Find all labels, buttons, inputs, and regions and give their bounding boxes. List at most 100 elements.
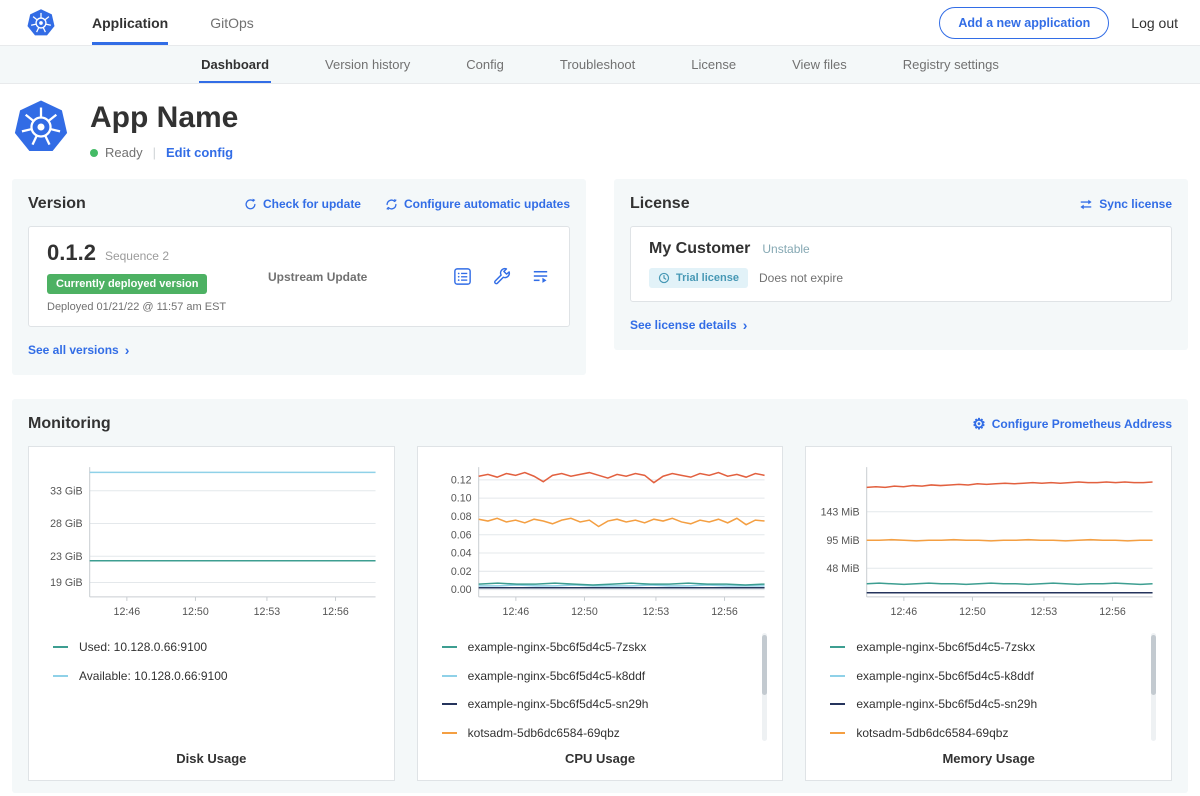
upstream-update-label: Upstream Update — [268, 270, 367, 284]
topnav-right: Add a new application Log out — [939, 0, 1178, 45]
legend-color-swatch — [442, 703, 457, 705]
configure-prometheus-label: Configure Prometheus Address — [992, 417, 1172, 431]
svg-text:0.04: 0.04 — [451, 548, 472, 560]
svg-text:12:50: 12:50 — [571, 606, 598, 618]
legend-label: example-nginx-5bc6f5d4c5-7zskx — [856, 640, 1035, 654]
license-card-title: License — [630, 195, 690, 213]
add-new-application-button[interactable]: Add a new application — [939, 7, 1109, 39]
clock-icon — [658, 272, 670, 284]
logout-button[interactable]: Log out — [1131, 15, 1178, 31]
edit-config-link[interactable]: Edit config — [166, 145, 233, 160]
legend-label: example-nginx-5bc6f5d4c5-k8ddf — [468, 669, 645, 683]
sync-license-label: Sync license — [1099, 197, 1172, 211]
see-license-details-label: See license details — [630, 318, 737, 332]
legend-label: Available: 10.128.0.66:9100 — [79, 669, 228, 683]
see-license-details-link[interactable]: See license details › — [630, 318, 747, 332]
svg-text:0.12: 0.12 — [451, 474, 472, 486]
license-expiration: Does not expire — [759, 271, 843, 285]
svg-text:95 MiB: 95 MiB — [827, 535, 860, 547]
deployed-version-badge: Currently deployed version — [47, 274, 207, 294]
app-subnav: Dashboard Version history Config Trouble… — [0, 46, 1200, 84]
see-all-versions-label: See all versions — [28, 343, 119, 357]
svg-text:12:53: 12:53 — [254, 606, 281, 618]
legend-color-swatch — [53, 646, 68, 648]
configure-prometheus-link[interactable]: ⚙ Configure Prometheus Address — [972, 417, 1172, 432]
license-type-label: Trial license — [676, 272, 739, 284]
subnav-tab-view-files[interactable]: View files — [764, 46, 875, 83]
legend-label: example-nginx-5bc6f5d4c5-7zskx — [468, 640, 647, 654]
tab-gitops-label: GitOps — [210, 15, 254, 31]
svg-text:12:56: 12:56 — [711, 606, 738, 618]
legend-color-swatch — [53, 675, 68, 677]
legend-scrollbar-thumb[interactable] — [1151, 635, 1156, 695]
deployed-timestamp: Deployed 01/21/22 @ 11:57 am EST — [47, 301, 232, 313]
configure-automatic-updates-link[interactable]: Configure automatic updates — [385, 197, 570, 211]
subnav-tab-troubleshoot[interactable]: Troubleshoot — [532, 46, 663, 83]
svg-text:19 GiB: 19 GiB — [50, 577, 82, 589]
svg-text:0.02: 0.02 — [451, 566, 472, 578]
memory-usage-legend: example-nginx-5bc6f5d4c5-7zskx example-ng… — [830, 633, 1157, 747]
check-for-update-link[interactable]: Check for update — [244, 197, 361, 211]
cpu-usage-legend: example-nginx-5bc6f5d4c5-7zskx example-ng… — [442, 633, 769, 747]
chevron-right-icon: › — [743, 318, 748, 332]
subnav-tab-registry-settings[interactable]: Registry settings — [875, 46, 1027, 83]
svg-text:23 GiB: 23 GiB — [50, 551, 82, 563]
svg-text:48 MiB: 48 MiB — [827, 563, 860, 575]
legend-label: example-nginx-5bc6f5d4c5-k8ddf — [856, 669, 1033, 683]
config-wrench-icon[interactable] — [491, 266, 512, 287]
memory-usage-chart: 48 MiB95 MiB143 MiB12:4612:5012:5312:56 — [816, 459, 1161, 621]
tab-gitops[interactable]: GitOps — [210, 0, 254, 45]
see-all-versions-link[interactable]: See all versions › — [28, 343, 129, 357]
legend-color-swatch — [442, 732, 457, 734]
auto-update-icon — [385, 198, 398, 211]
subnav-label: Dashboard — [201, 57, 269, 72]
tab-application[interactable]: Application — [92, 0, 168, 45]
cpu-usage-chart: 0.000.020.040.060.080.100.1212:4612:5012… — [428, 459, 773, 621]
svg-text:12:50: 12:50 — [182, 606, 209, 618]
subnav-tab-dashboard[interactable]: Dashboard — [173, 46, 297, 83]
license-channel: Unstable — [762, 242, 809, 256]
subnav-label: Config — [466, 57, 504, 72]
sync-license-link[interactable]: Sync license — [1079, 197, 1172, 211]
legend-item: example-nginx-5bc6f5d4c5-sn29h — [442, 690, 769, 719]
legend-color-swatch — [442, 675, 457, 677]
disk-usage-panel: 19 GiB23 GiB28 GiB33 GiB12:4612:5012:531… — [28, 446, 395, 781]
chevron-right-icon: › — [125, 343, 130, 357]
monitoring-title: Monitoring — [28, 415, 111, 433]
svg-text:0.10: 0.10 — [451, 493, 472, 505]
svg-text:0.00: 0.00 — [451, 584, 472, 596]
svg-text:12:46: 12:46 — [114, 606, 141, 618]
check-for-update-label: Check for update — [263, 197, 361, 211]
cards-row: Version Check for update Configure autom… — [0, 177, 1200, 375]
subnav-tab-version-history[interactable]: Version history — [297, 46, 438, 83]
legend-scrollbar-thumb[interactable] — [762, 635, 767, 695]
license-card: License Sync license My Customer Unstabl… — [614, 179, 1188, 350]
subnav-tab-license[interactable]: License — [663, 46, 764, 83]
subnav-tab-config[interactable]: Config — [438, 46, 532, 83]
legend-label: example-nginx-5bc6f5d4c5-sn29h — [468, 697, 649, 711]
legend-label: Used: 10.128.0.66:9100 — [79, 640, 207, 654]
subnav-label: Troubleshoot — [560, 57, 635, 72]
monitoring-card: Monitoring ⚙ Configure Prometheus Addres… — [12, 399, 1188, 793]
release-notes-icon[interactable] — [452, 266, 473, 287]
legend-item: kotsadm-5db6dc6584-69qbz — [442, 719, 769, 748]
version-sequence: Sequence 2 — [105, 249, 169, 263]
svg-text:12:56: 12:56 — [322, 606, 349, 618]
current-version-box: 0.1.2 Sequence 2 Currently deployed vers… — [28, 226, 570, 327]
chart-title: CPU Usage — [428, 751, 773, 766]
license-type-badge: Trial license — [649, 268, 748, 288]
legend-item: example-nginx-5bc6f5d4c5-7zskx — [830, 633, 1157, 662]
customer-name: My Customer — [649, 240, 750, 258]
license-box: My Customer Unstable Trial license Does … — [630, 226, 1172, 302]
deploy-logs-icon[interactable] — [530, 266, 551, 287]
legend-label: example-nginx-5bc6f5d4c5-sn29h — [856, 697, 1037, 711]
version-card: Version Check for update Configure autom… — [12, 179, 586, 375]
legend-color-swatch — [830, 732, 845, 734]
disk-usage-legend: Used: 10.128.0.66:9100 Available: 10.128.… — [53, 633, 380, 747]
legend-color-swatch — [830, 675, 845, 677]
legend-item: example-nginx-5bc6f5d4c5-7zskx — [442, 633, 769, 662]
status-dot — [90, 149, 98, 157]
version-card-title: Version — [28, 195, 86, 213]
subnav-label: Version history — [325, 57, 410, 72]
svg-text:12:56: 12:56 — [1100, 606, 1127, 618]
